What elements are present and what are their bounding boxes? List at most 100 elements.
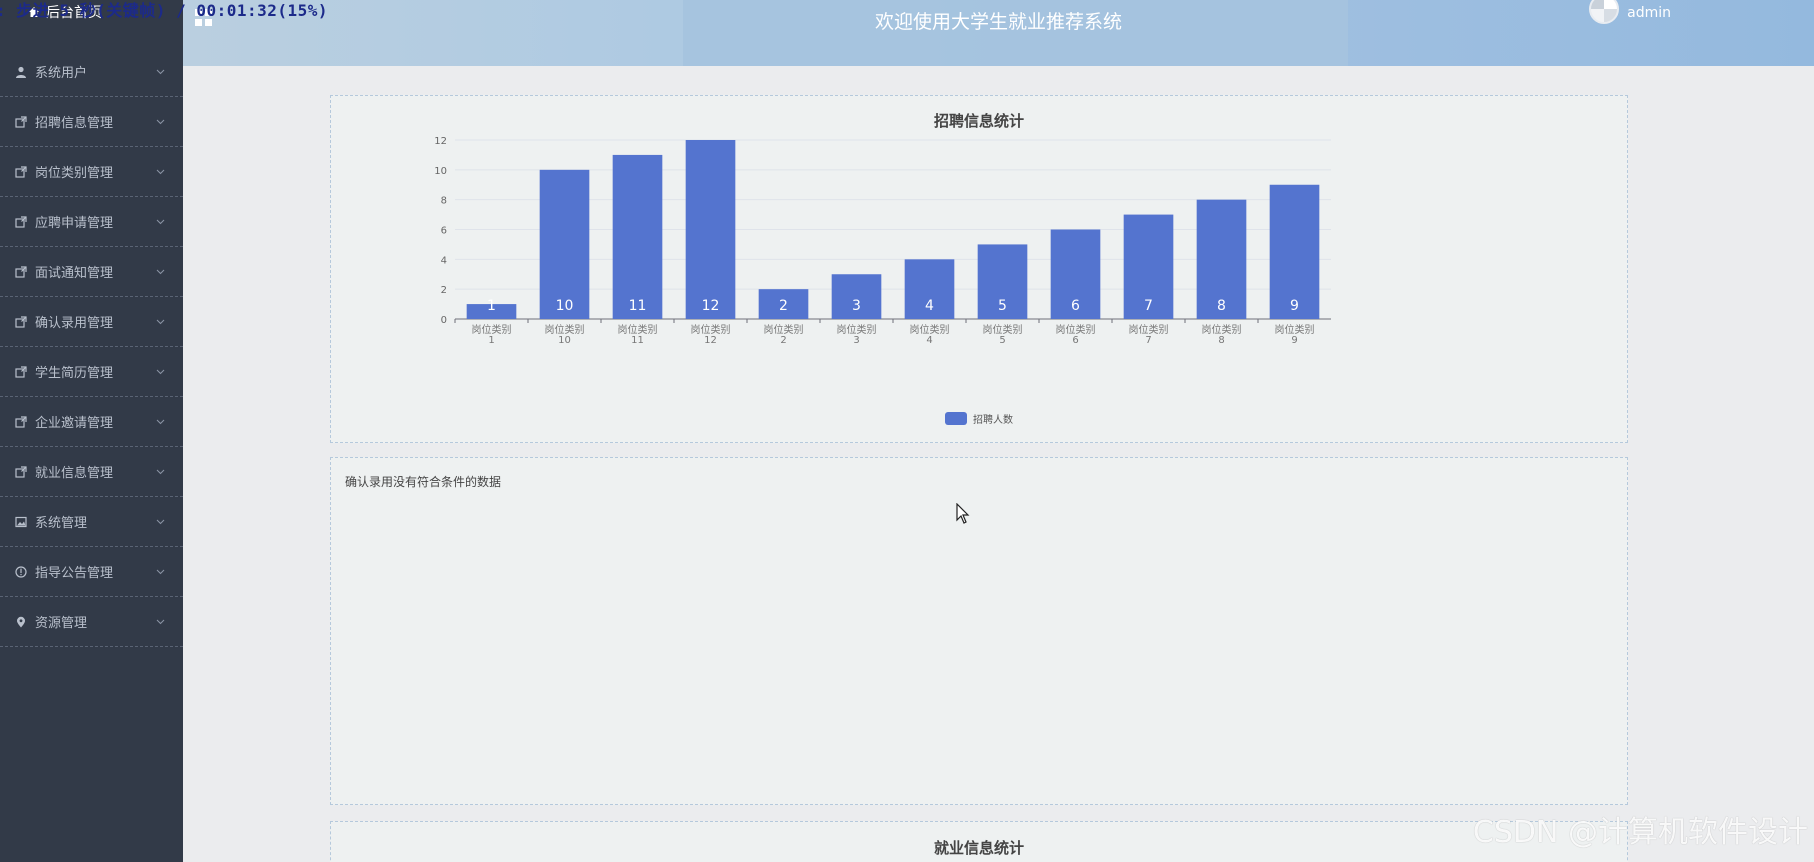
chevron-down-icon (156, 369, 165, 374)
chevron-down-icon (156, 419, 165, 424)
x-tick-label: 岗位类别 3 (837, 323, 877, 346)
y-tick-label: 10 (434, 166, 447, 177)
share-icon (15, 115, 27, 128)
empty-data-message: 确认录用没有符合条件的数据 (345, 475, 502, 489)
bar-data-label: 9 (1290, 298, 1299, 314)
sidebar-item[interactable]: 岗位类别管理 (0, 147, 183, 197)
legend-swatch (945, 412, 967, 425)
sidebar-item[interactable]: 指导公告管理 (0, 547, 183, 597)
sidebar-item[interactable]: 学生简历管理 (0, 347, 183, 397)
bar-data-label: 1 (487, 298, 496, 314)
chevron-down-icon (156, 169, 165, 174)
sidebar-item-label: 岗位类别管理 (35, 166, 114, 181)
video-overlay-caption: : 步进 5 秒(关键帧) / 00:01:32(15%) (0, 1, 329, 20)
sidebar-item-label: 系统管理 (35, 516, 88, 531)
sidebar: 后台首页 系统用户 招聘信息管理 岗位类别管理 应聘申请管理 面试通知管理 确认录用管理学… (0, 0, 183, 862)
bar-data-label: 4 (925, 298, 934, 314)
share-icon (15, 165, 27, 178)
chart-bar[interactable] (612, 154, 663, 319)
avatar[interactable] (1589, 0, 1620, 24)
user-icon (16, 66, 26, 78)
sidebar-item[interactable]: 系统用户 (0, 47, 183, 97)
chevron-down-icon (156, 119, 165, 124)
bar-data-label: 8 (1217, 298, 1226, 314)
y-tick-label: 4 (441, 255, 447, 266)
x-tick-label: 岗位类别 4 (910, 323, 950, 346)
page-title: 欢迎使用大学生就业推荐系统 (874, 11, 1122, 33)
employment-card-title: 就业信息统计 (933, 839, 1024, 857)
sidebar-item-label: 应聘申请管理 (35, 216, 114, 231)
y-tick-label: 6 (441, 226, 447, 237)
sidebar-item-label: 就业信息管理 (35, 466, 114, 481)
y-tick-label: 2 (441, 285, 447, 296)
share-icon (15, 315, 27, 328)
sidebar-item[interactable]: 企业邀请管理 (0, 397, 183, 447)
x-tick-label: 岗位类别 5 (983, 323, 1023, 346)
recruit-bar-chart: 0 2 4 6 8 10 12 1 岗位类别 1 10 岗位类别 10 11 岗位类别 11 12 岗位类别 12 2… (434, 136, 1331, 346)
watermark: CSDN @计算机软件设计 (1472, 815, 1808, 850)
chart-bar[interactable] (685, 140, 736, 319)
x-tick-label: 岗位类别 2 (764, 323, 804, 346)
location-icon (17, 616, 25, 627)
x-tick-label: 岗位类别 1 (472, 323, 512, 346)
chevron-down-icon (156, 269, 165, 274)
bar-data-label: 2 (779, 298, 788, 314)
bar-data-label: 3 (852, 298, 861, 314)
bar-data-label: 6 (1071, 298, 1080, 314)
confirm-hire-card: 确认录用没有符合条件的数据 (330, 457, 1628, 805)
bar-data-label: 11 (629, 298, 647, 314)
picture-icon (15, 516, 27, 527)
sidebar-item-label: 面试通知管理 (35, 266, 114, 281)
sidebar-item[interactable]: 面试通知管理 (0, 247, 183, 297)
sidebar-item[interactable]: 应聘申请管理 (0, 197, 183, 247)
chevron-down-icon (156, 319, 165, 324)
x-tick-label: 岗位类别 6 (1056, 323, 1096, 346)
sidebar-item[interactable]: 就业信息管理 (0, 447, 183, 497)
x-tick-label: 岗位类别 12 (691, 323, 731, 346)
chevron-down-icon (156, 519, 165, 524)
sidebar-item-label: 系统用户 (35, 66, 88, 81)
sidebar-item-label: 确认录用管理 (35, 316, 114, 331)
sidebar-menu: 系统用户招聘信息管理 岗位类别管理 应聘申请管理 面试通知管理 确认录用管理 学生简历管理… (0, 47, 183, 647)
chart-legend[interactable]: 招聘人数 (331, 411, 1627, 426)
bar-data-label: 10 (556, 298, 574, 314)
y-tick-label: 0 (441, 315, 447, 326)
username-label: admin (1627, 5, 1671, 21)
sidebar-item-label: 指导公告管理 (35, 566, 114, 581)
bar-data-label: 5 (998, 298, 1007, 314)
share-icon (15, 215, 27, 228)
employment-stats-card: 就业信息统计 (330, 821, 1628, 862)
sidebar-item[interactable]: 系统管理 (0, 497, 183, 547)
chevron-down-icon (156, 619, 165, 624)
share-icon (15, 365, 27, 378)
recruit-stats-card: 招聘信息统计 0 2 4 6 8 10 12 1 岗位类别 1 10 岗位类别 10 11 岗位类别 11 12… (330, 95, 1628, 443)
legend-label: 招聘人数 (973, 415, 1013, 426)
share-icon (15, 265, 27, 278)
chevron-down-icon (156, 469, 165, 474)
chart-bar[interactable] (539, 169, 590, 319)
sidebar-item[interactable]: 招聘信息管理 (0, 97, 183, 147)
x-tick-label: 岗位类别 11 (618, 323, 658, 346)
user-menu[interactable]: admin (1589, 0, 1671, 26)
y-tick-label: 8 (441, 196, 447, 207)
chevron-down-icon (156, 219, 165, 224)
sidebar-item-label: 学生简历管理 (35, 366, 114, 381)
x-tick-label: 岗位类别 8 (1202, 323, 1242, 346)
x-tick-label: 岗位类别 7 (1129, 323, 1169, 346)
chevron-down-icon (156, 69, 165, 74)
sidebar-item[interactable]: 确认录用管理 (0, 297, 183, 347)
top-header: 欢迎使用大学生就业推荐系统 admin (183, 0, 1814, 66)
share-icon (15, 465, 27, 478)
sidebar-item-label: 招聘信息管理 (35, 116, 114, 131)
sidebar-item-label: 资源管理 (35, 616, 88, 631)
share-icon (15, 415, 27, 428)
bar-data-label: 7 (1144, 298, 1153, 314)
bar-data-label: 12 (702, 298, 720, 314)
chevron-down-icon (156, 569, 165, 574)
mouse-cursor-icon (956, 503, 970, 524)
x-tick-label: 岗位类别 10 (545, 323, 585, 346)
y-tick-label: 12 (434, 136, 447, 147)
info-circle-icon (15, 565, 27, 578)
sidebar-item[interactable]: 资源管理 (0, 597, 183, 647)
x-tick-label: 岗位类别 9 (1275, 323, 1315, 346)
